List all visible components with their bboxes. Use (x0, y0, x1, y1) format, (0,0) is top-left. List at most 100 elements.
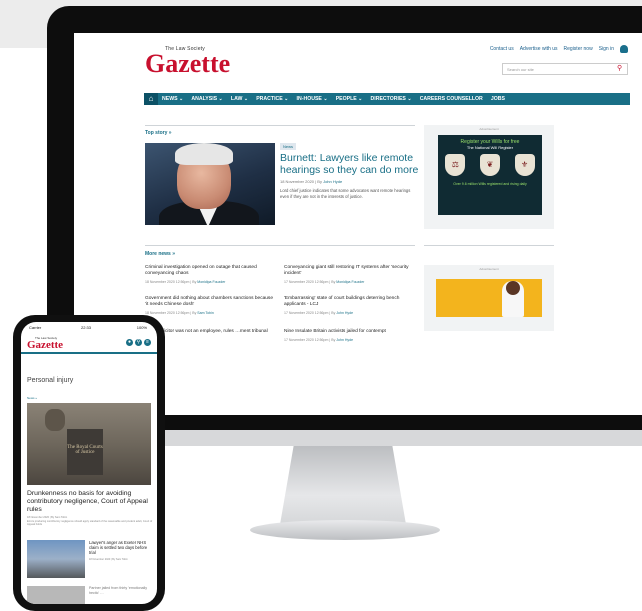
status-time: 22:33 (81, 325, 92, 330)
news-date: 17 November 2020 12:56pm (284, 338, 329, 342)
search-icon[interactable]: ⚲ (135, 339, 142, 346)
status-battery: 100% (136, 325, 147, 330)
contact-us-link[interactable]: Contact us (490, 46, 514, 52)
phone-story-image[interactable]: The Royal Courts of Justice (27, 403, 151, 485)
top-story-meta: 18 November 2020 | By John Hyde (280, 179, 343, 184)
news-author[interactable]: Monidipa Fouzder (336, 280, 364, 284)
top-story-label[interactable]: Top story » (145, 130, 172, 136)
phone-news-label[interactable]: News » (27, 396, 37, 400)
will-ad-footer: Over 9.6 million Wills registered and ri… (453, 182, 527, 186)
nav-people[interactable]: PEOPLE ⌄ (332, 96, 367, 102)
will-register-ad[interactable]: Advertisement Register your Wills for fr… (424, 125, 554, 229)
yellow-ad[interactable]: Advertisement (424, 265, 554, 331)
top-story-author[interactable]: John Hyde (323, 179, 342, 184)
nav-directories[interactable]: DIRECTORIES ⌄ (367, 96, 416, 102)
news-title: Conveyancing giant still restoring IT sy… (284, 265, 409, 276)
news-title: Government did nothing about chambers sa… (145, 296, 273, 307)
phone-section-title: Personal injury (27, 377, 74, 384)
news-item[interactable]: Government did nothing about chambers sa… (145, 296, 277, 316)
more-news-label[interactable]: More news » (145, 251, 175, 257)
nav-careers-counsellor[interactable]: CAREERS COUNSELLOR (416, 96, 487, 102)
divider (145, 245, 415, 246)
will-ad-subtitle: The National Will Register (466, 145, 514, 150)
gazette-logo[interactable]: The Law Society Gazette (145, 46, 231, 78)
phone-thumb-image[interactable] (27, 586, 85, 604)
nav-practice[interactable]: PRACTICE ⌄ (252, 96, 292, 102)
nav-news[interactable]: NEWS ⌄ (158, 96, 187, 102)
news-meta: 18 November 2020 12:56pm | By Monidipa F… (145, 280, 226, 284)
news-item[interactable]: 'Embarrassing' state of court buildings … (284, 296, 416, 316)
top-story-date: 18 November 2020 (280, 179, 315, 184)
yellow-ad-banner[interactable] (436, 279, 542, 317)
phone-side-story-2[interactable]: Partner jailed from thirty 'emotionally … (89, 586, 153, 595)
user-icon[interactable]: ● (126, 339, 133, 346)
news-date: 17 November 2020 12:56pm (284, 311, 329, 315)
phone-side-meta: 18 November 2020 | By Sam Tobin (89, 558, 128, 561)
top-story-standfirst: Lord chief justice indicates that some a… (280, 188, 411, 199)
news-date: 17 November 2020 12:56pm (284, 280, 329, 284)
news-item[interactable]: Criminal investigation opened on outage … (145, 265, 277, 285)
shield-icon: ⚖ (445, 154, 466, 176)
news-meta: 17 November 2020 12:56pm | By John Hyde (284, 311, 354, 315)
phone-header-icons: ● ⚲ ≡ (126, 339, 151, 346)
shield-icon: ❦ (479, 154, 500, 176)
top-story-headline[interactable]: Burnett: Lawyers like remote hearings so… (280, 152, 420, 176)
status-carrier: Carrier (29, 325, 42, 330)
shield-row: ⚖ ❦ ⚜ (438, 154, 542, 176)
crest-shape (45, 409, 65, 431)
divider (145, 125, 415, 126)
phone-thumb-image[interactable] (27, 540, 85, 578)
sign-in-link[interactable]: Sign in (599, 46, 614, 52)
news-title: Criminal investigation opened on outage … (145, 265, 257, 276)
search-placeholder: Search our site (507, 67, 534, 72)
search-input[interactable]: Search our site ⚲ (502, 63, 628, 75)
court-sign: The Royal Courts of Justice (67, 429, 103, 475)
news-item[interactable]: Nine Insulate Britain activists jailed f… (284, 329, 416, 343)
phone-header-rule (21, 352, 157, 354)
will-ad-banner[interactable]: Register your Wills for free The Nationa… (438, 135, 542, 215)
news-author[interactable]: Sam Tobin (197, 311, 213, 315)
user-icon[interactable] (620, 45, 628, 53)
ad-label: Advertisement (479, 127, 499, 131)
hair-shape (175, 143, 233, 165)
phone-meta: 18 November 2020 | By Sam Tobin Errors p… (27, 516, 153, 527)
nav-law[interactable]: LAW ⌄ (227, 96, 252, 102)
news-author[interactable]: John Hyde (336, 311, 353, 315)
news-meta: 18 November 2020 12:56pm | By Sam Tobin (145, 311, 214, 315)
news-badge: News (280, 143, 297, 150)
home-icon[interactable]: ⌂ (144, 93, 158, 105)
divider (424, 245, 554, 246)
person-head (506, 281, 520, 295)
main-nav: ⌂ NEWS ⌄ ANALYSIS ⌄ LAW ⌄ PRACTICE ⌄ IN-… (144, 93, 630, 105)
news-item[interactable]: Conveyancing giant still restoring IT sy… (284, 265, 416, 285)
news-date: 18 November 2020 12:56pm (145, 280, 190, 284)
news-author[interactable]: Monidipa Fouzder (197, 280, 225, 284)
menu-icon[interactable]: ≡ (144, 339, 151, 346)
top-links: Contact us Advertise with us Register no… (490, 45, 628, 53)
news-meta: 17 November 2020 12:56pm | By John Hyde (284, 338, 354, 342)
news-date: 18 November 2020 12:56pm (145, 311, 190, 315)
register-link[interactable]: Register now (564, 46, 593, 52)
logo-main-text: Gazette (145, 49, 231, 78)
monitor-base (250, 520, 440, 540)
news-author[interactable]: John Hyde (336, 338, 353, 342)
phone-headline[interactable]: Drunkenness no basis for avoiding contri… (27, 490, 153, 514)
top-story-image[interactable] (145, 143, 275, 225)
news-meta: 17 November 2020 12:56pm | By Monidipa F… (284, 280, 365, 284)
advertise-link[interactable]: Advertise with us (520, 46, 558, 52)
ad-label: Advertisement (479, 267, 499, 271)
phone-screen: Carrier 22:33 100% The Law Society Gazet… (21, 322, 157, 604)
phone-side-story[interactable]: Lawyer's anger as Exeter NHS claim is se… (89, 540, 153, 562)
phone-logo-main: Gazette (27, 339, 64, 351)
nav-analysis[interactable]: ANALYSIS ⌄ (187, 96, 227, 102)
phone-excerpt: Errors producing contributory negligence… (27, 519, 153, 527)
shield-icon: ⚜ (514, 154, 535, 176)
search-icon[interactable]: ⚲ (617, 65, 626, 73)
phone-logo[interactable]: The Law Society Gazette (27, 336, 64, 351)
nav-jobs[interactable]: JOBS (487, 96, 509, 102)
phone-status-bar: Carrier 22:33 100% (21, 325, 157, 333)
phone-side-headline: Lawyer's anger as Exeter NHS claim is se… (89, 540, 148, 555)
nav-in-house[interactable]: IN-HOUSE ⌄ (293, 96, 332, 102)
news-title: Nine Insulate Britain activists jailed f… (284, 329, 386, 334)
news-title: 'Embarrassing' state of court buildings … (284, 296, 400, 307)
